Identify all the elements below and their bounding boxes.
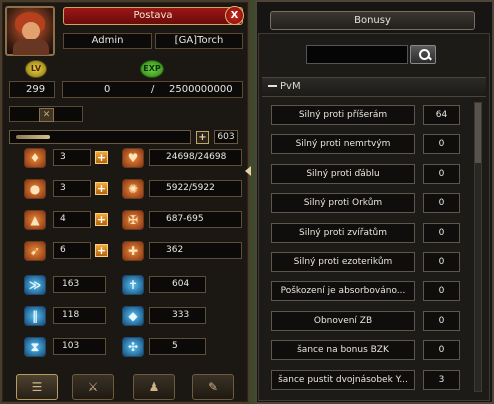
level-badge-icon: LV [25,60,47,78]
stat-value: 3 [53,180,91,197]
secondary-stat-value: 103 [53,338,106,355]
character-name: Admin [63,33,152,49]
equipped-skill-slot[interactable]: ✕ [9,106,83,122]
collapse-icon [268,85,277,87]
tab-quests[interactable]: ✎ [192,374,234,400]
derived-stat-value: 687-695 [149,211,242,228]
intelligence-icon: ● [24,179,46,199]
heart-icon: ♥ [122,148,144,168]
exp-box: 0 / 2500000000 [62,81,243,98]
dodge-icon: ‖ [24,306,46,326]
bonus-scrollbar[interactable] [474,102,482,392]
stat-plus-button[interactable]: + [95,182,108,195]
bonus-value: 0 [423,222,460,243]
level-value: 299 [9,81,55,98]
bonus-value: 64 [423,105,460,125]
bonus-value: 3 [423,369,460,390]
tab-skills[interactable]: ⚔ [72,374,114,400]
stat-points-value: 603 [214,130,238,144]
pvm-section-label: PvM [280,81,301,92]
bonus-value: 0 [423,134,460,155]
bonus-value: 0 [423,193,460,214]
collapse-arrow-icon[interactable] [245,166,251,176]
strength-icon: ♦ [24,148,46,168]
bonus-label: Silný proti nemrtvým [271,134,415,155]
close-button[interactable]: X [225,6,244,25]
sword-icon [16,135,50,139]
secondary-stat-value: 333 [149,307,206,324]
stat-value: 4 [53,211,91,228]
tab-emotes[interactable]: ♟ [133,374,175,400]
magic-defense-icon: ◆ [122,306,144,326]
guild-name: [GA]Torch [155,33,243,49]
derived-stat-value: 24698/24698 [149,149,242,166]
exp-current: 0 [104,84,111,95]
bonus-label: Obnovení ZB [271,310,415,331]
exp-badge-icon: EXP [140,60,164,78]
defense-icon: ✚ [122,241,144,261]
derived-stat-value: 362 [149,242,242,259]
pvm-section-header[interactable]: PvM [262,77,486,97]
vitality-icon: ➹ [24,241,46,261]
bonus-label: Silný proti ezoterikům [271,252,415,272]
bonus-panel-title: Bonusy [270,11,475,30]
bonus-value: 0 [423,163,460,184]
bonus-label: Silný proti ďáblu [271,163,415,184]
search-button[interactable] [410,45,436,64]
derived-stat-value: 5922/5922 [149,180,242,197]
bonus-label: Silný proti příšerám [271,105,415,125]
cast-speed-icon: ⧗ [24,337,46,357]
dexterity-icon: ▲ [24,210,46,230]
stat-plus-button[interactable]: + [95,213,108,226]
speed-icon: ≫ [24,275,46,295]
bonus-label: šance na bonus BZK [271,340,415,361]
secondary-stat-value: 604 [149,276,206,293]
secondary-stat-value: 163 [53,276,106,293]
tab-character[interactable]: ☰ [16,374,58,400]
bonus-value: 0 [423,310,460,331]
scrollbar-thumb[interactable] [475,103,481,163]
character-panel-title: Postava [63,7,243,25]
crossed-swords-icon: ✕ [39,108,54,122]
exp-separator: / [151,84,155,95]
stat-plus-button[interactable]: + [95,244,108,257]
attack-icon: ✠ [122,210,144,230]
stat-points-plus-button[interactable]: + [196,131,209,144]
bonus-label: Silný proti zvířatům [271,222,415,243]
bonus-label: Poškození je absorbováno... [271,281,415,302]
bonus-search-input[interactable] [306,45,408,64]
secondary-stat-value: 5 [149,338,206,355]
bonus-value: 0 [423,340,460,361]
bonus-label: šance pustit dvojnásobek Y... [271,369,415,390]
bonus-value: 0 [423,252,460,272]
exp-max: 2500000000 [169,84,233,95]
character-portrait [5,6,55,56]
secondary-stat-value: 118 [53,307,106,324]
mana-icon: ✺ [122,179,144,199]
bonus-label: Silný proti Orkům [271,193,415,214]
stat-plus-button[interactable]: + [95,151,108,164]
stat-value: 6 [53,242,91,259]
magic-attack-icon: ✝ [122,275,144,295]
critical-icon: ✣ [122,337,144,357]
stat-points-bar [9,130,191,144]
stat-value: 3 [53,149,91,166]
bonus-value: 0 [423,281,460,302]
